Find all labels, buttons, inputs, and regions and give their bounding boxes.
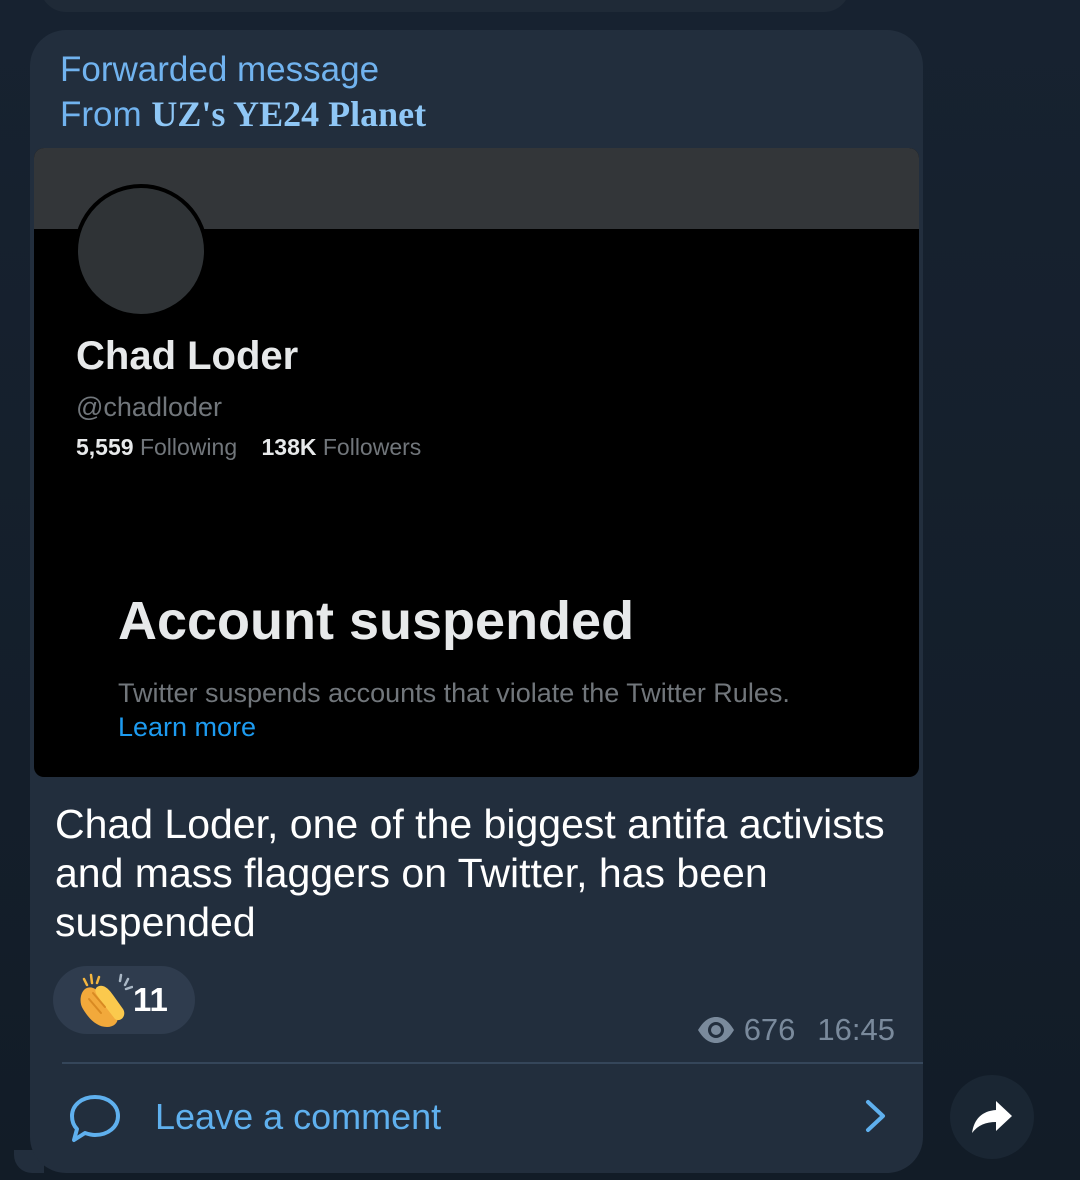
message-meta: 676 16:45 — [696, 1012, 895, 1048]
message-caption: Chad Loder, one of the biggest antifa ac… — [55, 801, 885, 945]
leave-comment-button[interactable]: Leave a comment — [62, 1080, 897, 1154]
suspended-description: Twitter suspends accounts that violate t… — [118, 676, 818, 744]
clapping-hands-icon — [80, 973, 133, 1027]
following-count: 5,559 — [76, 434, 134, 460]
following-label: Following — [139, 434, 238, 460]
forwarded-label: Forwarded message — [60, 50, 380, 89]
comment-bubble-icon — [70, 1095, 120, 1142]
suspended-text: Twitter suspends accounts that violate t… — [118, 678, 790, 708]
divider — [62, 1062, 923, 1064]
share-arrow-icon — [972, 1101, 1012, 1133]
suspended-title: Account suspended — [118, 591, 635, 651]
profile-handle: @chadloder — [76, 392, 222, 422]
followers-count: 138K — [261, 434, 317, 460]
profile-name: Chad Loder — [76, 334, 299, 378]
reaction-count: 11 — [133, 981, 168, 1018]
message-time: 16:45 — [817, 1012, 895, 1047]
forward-header: Forwarded message From UZ's YE24 Planet — [60, 48, 426, 137]
forward-source-link[interactable]: UZ's YE24 Planet — [151, 94, 426, 134]
leave-comment-label: Leave a comment — [155, 1096, 442, 1137]
learn-more-link: Learn more — [118, 712, 257, 742]
forwarded-from: From UZ's YE24 Planet — [60, 92, 426, 137]
chevron-right-icon — [866, 1100, 885, 1132]
avatar — [74, 184, 208, 318]
share-button[interactable] — [950, 1075, 1034, 1159]
previous-message-bubble — [40, 0, 850, 12]
profile-stats: 5,559 Following 138K Followers — [76, 434, 421, 461]
from-prefix: From — [60, 95, 152, 134]
followers-label: Followers — [322, 434, 422, 460]
reaction-button[interactable]: 11 — [53, 966, 195, 1034]
tweet-screenshot-image[interactable]: Chad Loder @chadloder 5,559 Following 13… — [34, 148, 919, 777]
view-count: 676 — [743, 1012, 796, 1047]
eye-icon — [697, 1017, 734, 1043]
